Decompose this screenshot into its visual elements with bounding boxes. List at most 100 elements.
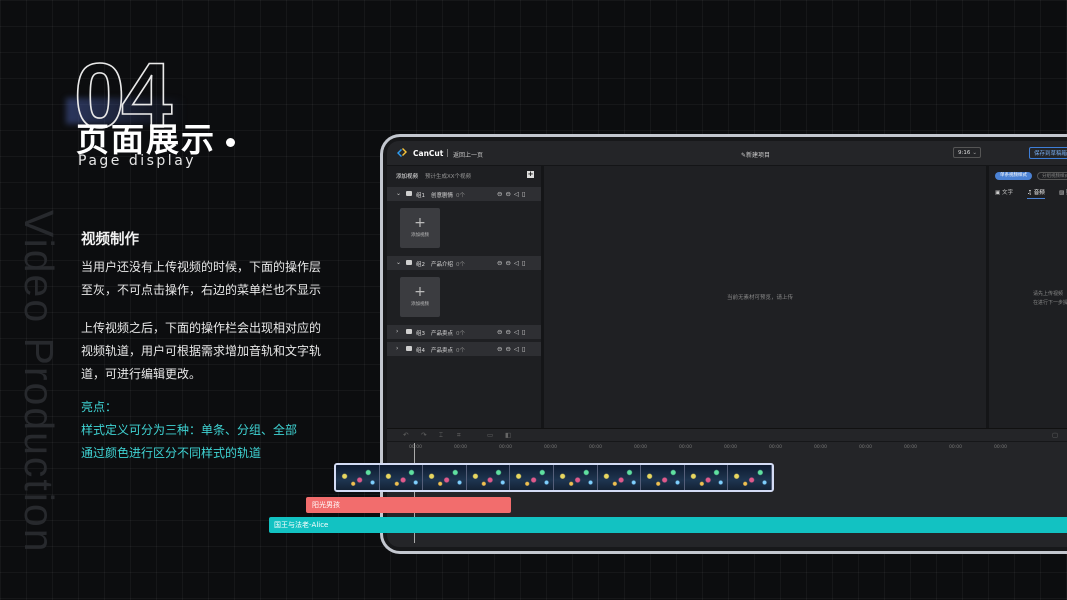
- ratio-value: 9:16: [958, 150, 971, 156]
- group-count: 0个: [456, 193, 465, 199]
- highlight-line-2: 通过颜色进行区分不同样式的轨道: [81, 446, 262, 460]
- video-group-panel: 添加视频 预计生成XX个视频 + ⌄ 组1 创意剧情 0个 ⊖⊖◁▯ + 添加视…: [387, 166, 541, 428]
- minus-circle-icon[interactable]: ⊖: [505, 328, 513, 336]
- volume-icon[interactable]: ◁: [514, 190, 522, 198]
- add-group-icon[interactable]: +: [527, 171, 534, 178]
- video-frame-thumbnail: [423, 465, 467, 490]
- video-frame-thumbnail: [553, 465, 598, 490]
- trash-icon[interactable]: ▯: [522, 328, 529, 336]
- minus-circle-icon[interactable]: ⊖: [505, 259, 513, 267]
- mirror-icon[interactable]: ◧: [505, 431, 511, 439]
- chevron-right-icon[interactable]: ›: [396, 328, 398, 335]
- tab-text-label: 文字: [1001, 190, 1013, 196]
- chevron-down-icon[interactable]: ⌄: [396, 190, 401, 197]
- new-project-button[interactable]: ✎新建项目: [741, 150, 770, 159]
- comment-icon[interactable]: ▢: [1052, 431, 1058, 439]
- back-button[interactable]: 返回上一页: [453, 150, 483, 159]
- ruler-tick: 00:00: [589, 445, 602, 450]
- minus-circle-icon[interactable]: ⊖: [505, 345, 513, 353]
- group-title: 创意剧情: [431, 193, 454, 199]
- group-name: 组4: [416, 348, 425, 354]
- text-track[interactable]: 国王与法老-Alice: [269, 517, 1067, 533]
- group-count: 0个: [456, 348, 465, 354]
- crop-icon[interactable]: ⌗: [457, 431, 461, 440]
- add-video-box[interactable]: + 添加视频: [400, 208, 440, 248]
- group-row[interactable]: ⌄ 组2 产品介绍 0个 ⊖⊖◁▯: [387, 256, 541, 270]
- tab-text[interactable]: ▣ 文字: [995, 188, 1013, 196]
- volume-icon[interactable]: ◁: [514, 259, 522, 267]
- chevron-down-icon: ⌄: [972, 150, 977, 156]
- split-icon[interactable]: ⌶: [439, 431, 443, 440]
- tab-audio-label: 音频: [1033, 190, 1045, 196]
- group-actions[interactable]: ⊖⊖◁▯: [497, 328, 528, 336]
- ratio-select[interactable]: 9:16 ⌄: [953, 147, 981, 158]
- group-actions[interactable]: ⊖⊖◁▯: [497, 190, 528, 198]
- group-style-button[interactable]: 分组视频样式: [1037, 172, 1067, 180]
- trash-icon[interactable]: ▯: [522, 345, 529, 353]
- video-track[interactable]: [334, 463, 774, 492]
- trash-icon[interactable]: ▯: [522, 259, 529, 267]
- folder-icon: [406, 191, 412, 196]
- empty-preview-message: 当前无素材可预览，请上传: [727, 295, 794, 301]
- volume-icon[interactable]: ◁: [514, 328, 522, 336]
- add-video-box[interactable]: + 添加视频: [400, 277, 440, 317]
- upload-first-message: 请先上传视频 在进行下一步操: [1033, 290, 1067, 308]
- group-title: 产品介绍: [431, 262, 454, 268]
- music-icon: ♫: [1027, 190, 1034, 196]
- save-draft-button[interactable]: 保存到草稿箱: [1029, 147, 1067, 159]
- estimate-count: 预计生成XX个视频: [425, 174, 472, 180]
- ruler-tick: 00:00: [544, 445, 557, 450]
- volume-icon[interactable]: ◁: [514, 345, 522, 353]
- chevron-down-icon[interactable]: ⌄: [396, 259, 401, 266]
- folder-icon: [406, 260, 412, 265]
- tab-sticker[interactable]: ▨ 贴: [1059, 188, 1067, 196]
- ruler-tick: 00:00: [454, 445, 467, 450]
- highlight-line-1: 样式定义可分为三种：单条、分组、全部: [81, 423, 298, 437]
- ruler-tick: 00:00: [409, 445, 422, 450]
- group-count: 0个: [456, 331, 465, 337]
- tab-audio[interactable]: ♫ 音频: [1027, 188, 1045, 199]
- highlight-label: 亮点：: [81, 400, 118, 414]
- group-actions[interactable]: ⊖⊖◁▯: [497, 259, 528, 267]
- ruler-tick: 00:00: [679, 445, 692, 450]
- ruler-tick: 00:00: [904, 445, 917, 450]
- topbar-separator: [447, 149, 448, 157]
- group-row[interactable]: › 组4 产品卖点 0个 ⊖⊖◁▯: [387, 342, 541, 356]
- app-name: CanCut: [413, 149, 444, 158]
- chevron-right-icon[interactable]: ›: [396, 345, 398, 352]
- group-count: 0个: [456, 262, 465, 268]
- redo-icon[interactable]: ↷: [421, 431, 426, 439]
- video-frame-thumbnail: [510, 465, 554, 490]
- ruler-tick: 00:00: [949, 445, 962, 450]
- sticker-icon: ▨: [1059, 190, 1066, 196]
- page-subtitle: Page display: [78, 153, 197, 169]
- group-title: 产品卖点: [431, 331, 454, 337]
- group-title: 产品卖点: [431, 348, 454, 354]
- minus-circle-icon[interactable]: ⊖: [505, 190, 513, 198]
- app-topbar: CanCut 返回上一页 ✎新建项目 9:16 ⌄ 保存到草稿箱: [387, 141, 1067, 166]
- ruler-tick: 00:00: [859, 445, 872, 450]
- plus-icon: +: [414, 284, 426, 300]
- group-actions[interactable]: ⊖⊖◁▯: [497, 345, 528, 353]
- audio-track[interactable]: 阳光男孩: [306, 497, 511, 513]
- cancut-logo-icon: [397, 148, 407, 157]
- vertical-watermark-text: Video Production: [16, 210, 62, 554]
- trash-icon[interactable]: ▯: [522, 190, 529, 198]
- group-name: 组3: [416, 331, 425, 337]
- plus-icon: +: [414, 215, 426, 231]
- group-row[interactable]: ⌄ 组1 创意剧情 0个 ⊖⊖◁▯: [387, 187, 541, 201]
- text-icon: ▣: [995, 190, 1002, 196]
- add-video-box-label: 添加视频: [411, 233, 429, 238]
- image-icon[interactable]: ▭: [487, 431, 493, 439]
- ruler-tick: 00:00: [634, 445, 647, 450]
- timeline-ruler: 00:00 00:00 00:00 00:00 00:00 00:00 00:0…: [387, 441, 1067, 453]
- ruler-tick: 00:00: [814, 445, 827, 450]
- new-project-label: 新建项目: [746, 152, 771, 159]
- group-row[interactable]: › 组3 产品卖点 0个 ⊖⊖◁▯: [387, 325, 541, 339]
- single-style-button[interactable]: 单条视频样式: [995, 172, 1032, 180]
- ruler-tick: 00:00: [724, 445, 737, 450]
- ruler-tick: 00:00: [499, 445, 512, 450]
- undo-icon[interactable]: ↶: [403, 431, 408, 439]
- description-paragraph-2: 上传视频之后，下面的操作栏会出现相对应的视频轨道，用户可根据需求增加音轨和文字轨…: [81, 321, 322, 381]
- panel-header: 添加视频 预计生成XX个视频 +: [387, 166, 541, 183]
